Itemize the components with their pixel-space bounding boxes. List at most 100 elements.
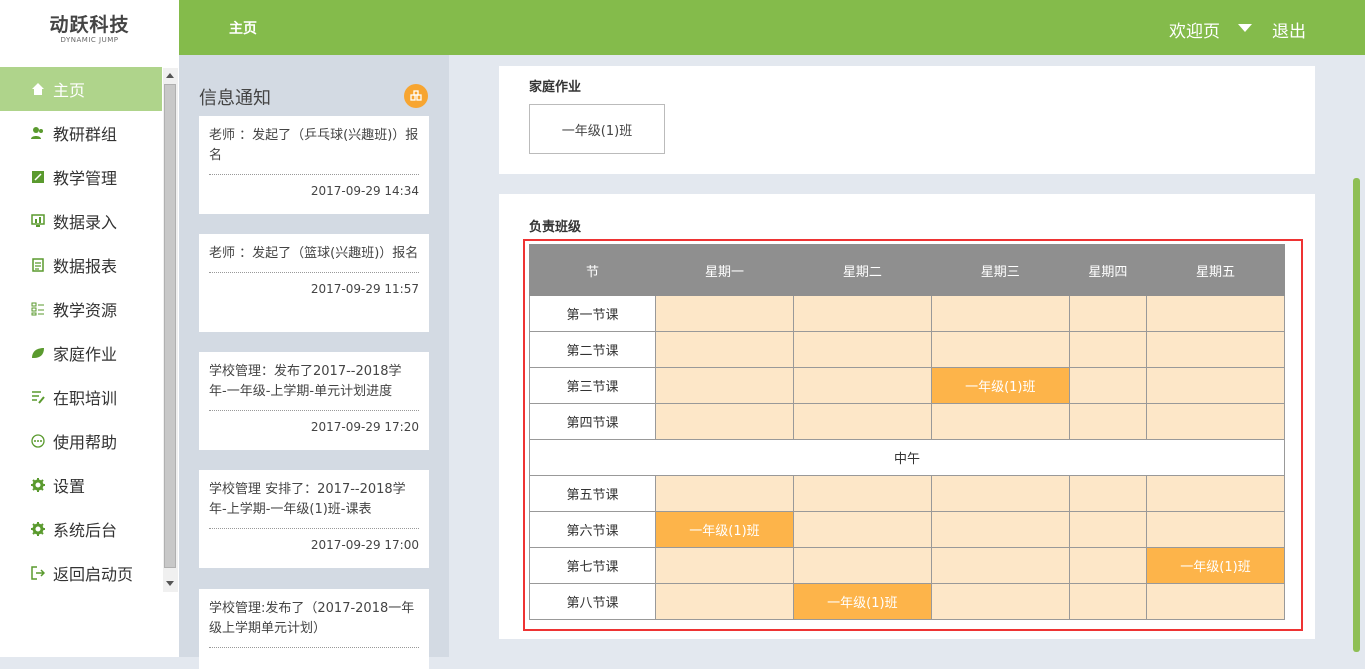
class-cell[interactable]: 一年级(1)班 [792, 583, 932, 620]
empty-cell[interactable] [1146, 403, 1285, 440]
sidebar-item-4[interactable]: 数据报表 [0, 243, 162, 287]
notice-card[interactable]: 老师 ：发起了（篮球(兴趣班)）报名 2017-09-29 11:57 [199, 234, 429, 332]
report-icon [30, 257, 46, 273]
logo-subtitle: DYNAMIC JUMP [60, 36, 119, 44]
timetable: 节星期一 星期二 星期三 星期四 星期五 第一节课 第二节课 第三节课 一年级(1)班 第四节课… [529, 244, 1285, 620]
table-row: 第六节课 一年级(1)班 [529, 511, 1285, 548]
class-cell[interactable]: 一年级(1)班 [930, 367, 1070, 404]
empty-cell[interactable] [1146, 511, 1285, 548]
schedule-title: 负责班级 [529, 220, 582, 235]
logo[interactable]: 动跃科技 DYNAMIC JUMP [0, 0, 179, 55]
list-icon [30, 301, 46, 317]
table-row: 第三节课 一年级(1)班 [529, 367, 1285, 404]
notice-date: 2017-09-29 17:00 [310, 538, 419, 552]
empty-cell[interactable] [1146, 475, 1285, 512]
notice-text: 老师 ：发起了（乒乓球(兴趣班)）报名 [209, 126, 419, 175]
class-cell[interactable]: 一年级(1)班 [655, 511, 794, 548]
notice-title: 信息通知 [199, 88, 271, 109]
empty-cell[interactable] [930, 403, 1070, 440]
more-icon[interactable] [404, 84, 428, 108]
sidebar-item-6[interactable]: 家庭作业 [0, 331, 162, 375]
scrollbar-thumb[interactable] [164, 84, 176, 568]
empty-cell[interactable] [655, 331, 794, 368]
empty-cell[interactable] [792, 367, 932, 404]
sidebar-item-label: 教研群组 [53, 125, 118, 144]
scroll-up-icon[interactable] [166, 73, 174, 78]
empty-cell[interactable] [930, 511, 1070, 548]
table-row: 第四节课 [529, 403, 1285, 440]
empty-cell[interactable] [930, 295, 1070, 332]
gear-icon [30, 521, 46, 537]
period-label: 第三节课 [529, 367, 656, 404]
empty-cell[interactable] [792, 511, 932, 548]
notice-text: 学校管理:发布了（2017-2018一年级上学期单元计划） [209, 599, 419, 648]
header-home-link[interactable]: 主页 [229, 18, 257, 38]
sidebar-item-0[interactable]: 主页 [0, 67, 162, 111]
empty-cell[interactable] [1068, 475, 1148, 512]
sidebar-item-label: 使用帮助 [53, 433, 118, 452]
empty-cell[interactable] [930, 475, 1070, 512]
sidebar-item-11[interactable]: 返回启动页 [0, 551, 162, 595]
sidebar-item-label: 教学管理 [53, 169, 118, 188]
gear-icon [30, 477, 46, 493]
empty-cell[interactable] [930, 583, 1070, 620]
empty-cell[interactable] [792, 403, 932, 440]
notice-card[interactable]: 学校管理:发布了（2017-2018一年级上学期单元计划） [199, 589, 429, 669]
period-label: 第一节课 [529, 295, 656, 332]
empty-cell[interactable] [655, 367, 794, 404]
chevron-down-icon[interactable] [1238, 24, 1252, 32]
sidebar-scrollbar[interactable] [163, 68, 178, 592]
notice-card[interactable]: 学校管理 安排了：2017--2018学年-上学期-一年级(1)班-课表 2017… [199, 470, 429, 568]
empty-cell[interactable] [792, 295, 932, 332]
empty-cell[interactable] [930, 547, 1070, 584]
empty-cell[interactable] [1146, 367, 1285, 404]
scroll-down-icon[interactable] [166, 581, 174, 586]
empty-cell[interactable] [655, 295, 794, 332]
notice-date: 2017-09-29 11:57 [310, 282, 419, 296]
empty-cell[interactable] [792, 331, 932, 368]
sidebar-item-label: 设置 [53, 477, 86, 496]
empty-cell[interactable] [1146, 331, 1285, 368]
empty-cell[interactable] [1068, 367, 1148, 404]
empty-cell[interactable] [1068, 403, 1148, 440]
empty-cell[interactable] [930, 331, 1070, 368]
sidebar-item-2[interactable]: 教学管理 [0, 155, 162, 199]
empty-cell[interactable] [655, 475, 794, 512]
main-scrollbar[interactable] [1353, 178, 1360, 652]
empty-cell[interactable] [655, 583, 794, 620]
sidebar-item-1[interactable]: 教研群组 [0, 111, 162, 155]
period-label: 第七节课 [529, 547, 656, 584]
table-row: 第五节课 [529, 475, 1285, 512]
noon-row: 中午 [529, 439, 1285, 476]
empty-cell[interactable] [792, 547, 932, 584]
empty-cell[interactable] [1068, 547, 1148, 584]
homework-class-button[interactable]: 一年级(1)班 [529, 104, 665, 154]
sidebar-item-7[interactable]: 在职培训 [0, 375, 162, 419]
empty-cell[interactable] [655, 547, 794, 584]
empty-cell[interactable] [792, 475, 932, 512]
empty-cell[interactable] [1068, 583, 1148, 620]
sidebar-item-5[interactable]: 教学资源 [0, 287, 162, 331]
training-icon [30, 389, 46, 405]
empty-cell[interactable] [1068, 511, 1148, 548]
dots-icon [30, 433, 46, 449]
sidebar-item-3[interactable]: 数据录入 [0, 199, 162, 243]
sidebar-item-8[interactable]: 使用帮助 [0, 419, 162, 463]
period-label: 第二节课 [529, 331, 656, 368]
empty-cell[interactable] [1068, 331, 1148, 368]
period-label: 第四节课 [529, 403, 656, 440]
empty-cell[interactable] [655, 403, 794, 440]
notice-card[interactable]: 学校管理：发布了2017--2018学年-一年级-上学期-单元计划进度 2017-… [199, 352, 429, 450]
table-row: 第八节课 一年级(1)班 [529, 583, 1285, 620]
sidebar-item-10[interactable]: 系统后台 [0, 507, 162, 551]
sidebar-item-9[interactable]: 设置 [0, 463, 162, 507]
sidebar-item-label: 数据报表 [53, 257, 118, 276]
welcome-link[interactable]: 欢迎页 [1169, 17, 1220, 42]
logout-link[interactable]: 退出 [1272, 17, 1306, 42]
notice-text: 老师 ：发起了（篮球(兴趣班)）报名 [209, 244, 419, 273]
empty-cell[interactable] [1146, 583, 1285, 620]
notice-card[interactable]: 老师 ：发起了（乒乓球(兴趣班)）报名 2017-09-29 14:34 [199, 116, 429, 214]
empty-cell[interactable] [1146, 295, 1285, 332]
empty-cell[interactable] [1068, 295, 1148, 332]
class-cell[interactable]: 一年级(1)班 [1146, 547, 1285, 584]
